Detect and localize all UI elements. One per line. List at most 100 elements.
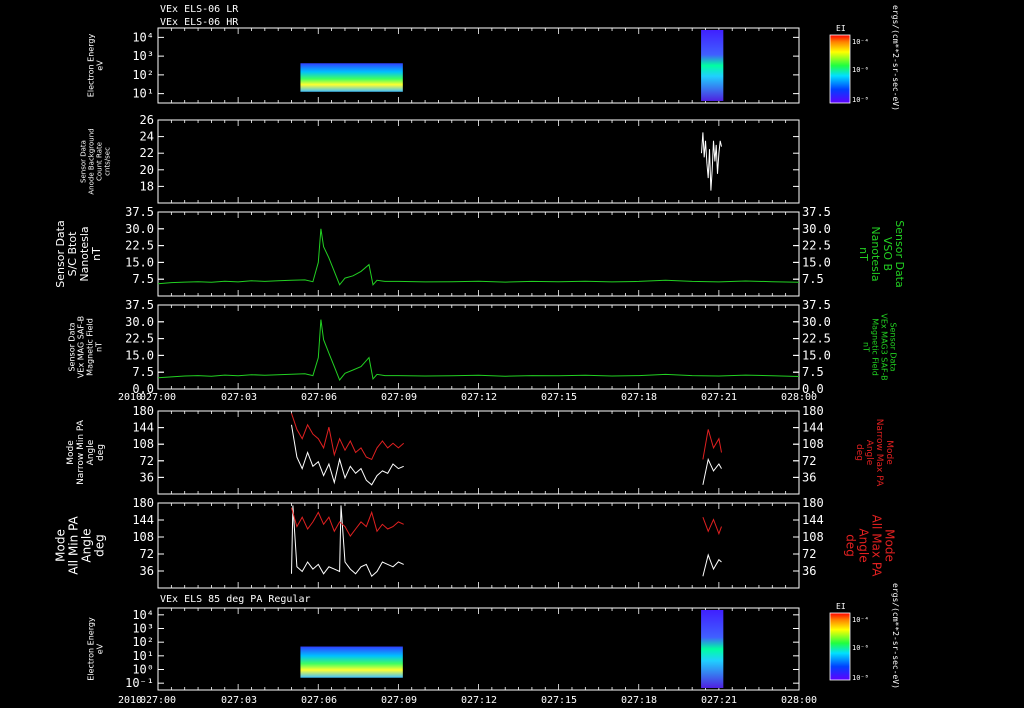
y-tick-label: 10¹ [132,87,154,101]
y-axis-label-line: nT [857,247,870,261]
y-axis-label-line: nT [90,247,103,261]
time-tick: 027:06 [301,392,337,403]
data-plot: VEx ELS-06 LR VEx ELS-06 HR EI 10⁻⁴ 10⁻⁶… [54,4,906,706]
y-axis-label: Sensor DataVEx MAG3 SAF-BMagnetic Fieldn… [862,313,898,380]
y-tick-label: 144 [132,513,154,527]
panel-mag-saf-b [157,304,800,390]
time-tick: 027:21 [701,392,737,403]
time-ticks-mid: 027:00 027:03 027:06 027:09 027:12 027:1… [140,392,817,403]
colorbar-bottom-unit: ergs/(cm**2-sr-sec-eV) [891,583,900,689]
y-tick-label: 30.0 [802,222,831,236]
y-tick-label: 37.5 [125,298,154,312]
y-axis-label-line: nT [94,342,103,352]
y-axis-label-line: Angle [856,528,870,562]
y-tick-label: 18 [140,179,154,193]
y-axis-label-line: deg [96,444,106,461]
y-tick-label: 180 [802,404,824,418]
y-tick-label: 37.5 [125,205,154,219]
y-tick-label: 72 [140,547,154,561]
y-axis-label-line: Mode [884,440,894,465]
y-axis-label: Mode All Min PA Angle deg [54,515,107,574]
y-tick-label: 10⁴ [132,30,154,44]
colorbar-bottom [829,612,851,681]
y-axis-label-line: Angle [80,528,94,562]
y-tick-label: 180 [132,496,154,510]
y-tick-label: 22.5 [802,332,831,346]
y-axis-label-line: Count Rate [95,142,103,181]
colorbar-top-unit: ergs/(cm**2-sr-sec-eV) [891,5,900,111]
y-axis-label-line: Sensor Data [79,140,87,183]
y-axis-label-line: eV [95,643,104,654]
y-tick-label: 72 [802,454,816,468]
year-label-bottom: 2010 [118,695,142,706]
spectrogram-block [300,646,403,678]
y-tick-label: 144 [132,421,154,435]
bottom-header: VEx ELS 85 deg PA Regular [160,594,311,605]
header-line-1: VEx ELS-06 LR [160,4,239,15]
y-tick-label: 15.0 [802,255,831,269]
y-tick-label: 7.5 [132,272,154,286]
y-axis-label-line: Magnetic Field [85,318,94,376]
time-tick: 027:06 [301,695,337,706]
series-line [291,507,722,538]
time-tick: 027:15 [541,695,577,706]
y-tick-label: 10⁰ [132,663,154,677]
y-axis-label: Mode Narrow Min PA Angle deg [66,419,106,485]
y-tick-label: 108 [802,530,824,544]
spectrogram-block [300,63,403,92]
y-tick-label: 37.5 [802,205,831,219]
colorbar-bottom-label: EI [836,602,846,611]
spectrogram-block [701,610,724,688]
y-tick-label: 7.5 [802,272,824,286]
time-tick: 027:12 [461,695,497,706]
colorbar-top-tick-1: 10⁻⁶ [852,66,869,74]
header-line-2: VEx ELS-06 HR [160,17,239,28]
y-axis-label-line: Angle [86,439,96,465]
y-axis-label-line: deg [854,444,864,461]
colorbar-bottom-tick-1: 10⁻⁶ [852,644,869,652]
y-tick-label: 36 [140,564,154,578]
y-tick-label: 15.0 [802,348,831,362]
y-axis-label-line: All Min PA [67,515,81,574]
y-tick-label: 10³ [132,49,154,63]
y-axis-label: Electron Energy eV [86,617,104,681]
y-tick-label: 10² [132,635,154,649]
y-tick-label: 22.5 [125,239,154,253]
y-tick-label: 7.5 [132,365,154,379]
y-tick-label: 15.0 [125,348,154,362]
y-axis-label: Electron Energy eV [86,34,104,98]
time-tick: 027:03 [221,695,257,706]
y-axis-label-line: Magnetic Field [871,318,880,376]
series-line [291,505,722,578]
y-axis-label-line: VEx MAG3 SAF-B [880,313,889,380]
y-tick-label: 7.5 [802,365,824,379]
colorbar-top-tick-0: 10⁻⁴ [852,38,869,46]
y-tick-label: 10¹ [132,649,154,663]
y-tick-label: 0.0 [802,382,824,396]
time-tick: 027:15 [541,392,577,403]
y-axis-label: Sensor Data Anode Background Count Rate cnt… [79,128,111,194]
time-ticks-bottom: 027:00 027:03 027:06 027:09 027:12 027:1… [140,695,817,706]
y-tick-label: 10² [132,68,154,82]
y-axis-label: Sensor Data S/C Btot Nanotesla nT [54,220,103,287]
y-tick-label: 24 [140,130,154,144]
time-tick: 027:12 [461,392,497,403]
y-tick-label: 72 [140,454,154,468]
series-line [701,132,722,191]
y-tick-label: 36 [802,564,816,578]
y-axis-label: ModeAll Max PAAngledeg [843,515,896,578]
y-tick-label: 30.0 [125,222,154,236]
y-tick-label: 22.5 [125,332,154,346]
y-tick-label: 144 [802,513,824,527]
y-axis-label: Sensor DataVSO BNanoteslanT [857,220,906,287]
y-tick-label: 0.0 [132,382,154,396]
y-axis-label-line: Mode [66,440,76,465]
y-axis-label-line: All Max PA [869,515,883,578]
spectrogram-block [701,30,724,101]
time-tick: 027:18 [621,695,657,706]
y-tick-label: 72 [802,547,816,561]
y-axis-label-line: Angle [864,440,874,466]
panel-narrow-pa [157,410,800,495]
series-line [157,319,800,381]
y-axis-label-line: Narrow Min PA [76,419,86,485]
